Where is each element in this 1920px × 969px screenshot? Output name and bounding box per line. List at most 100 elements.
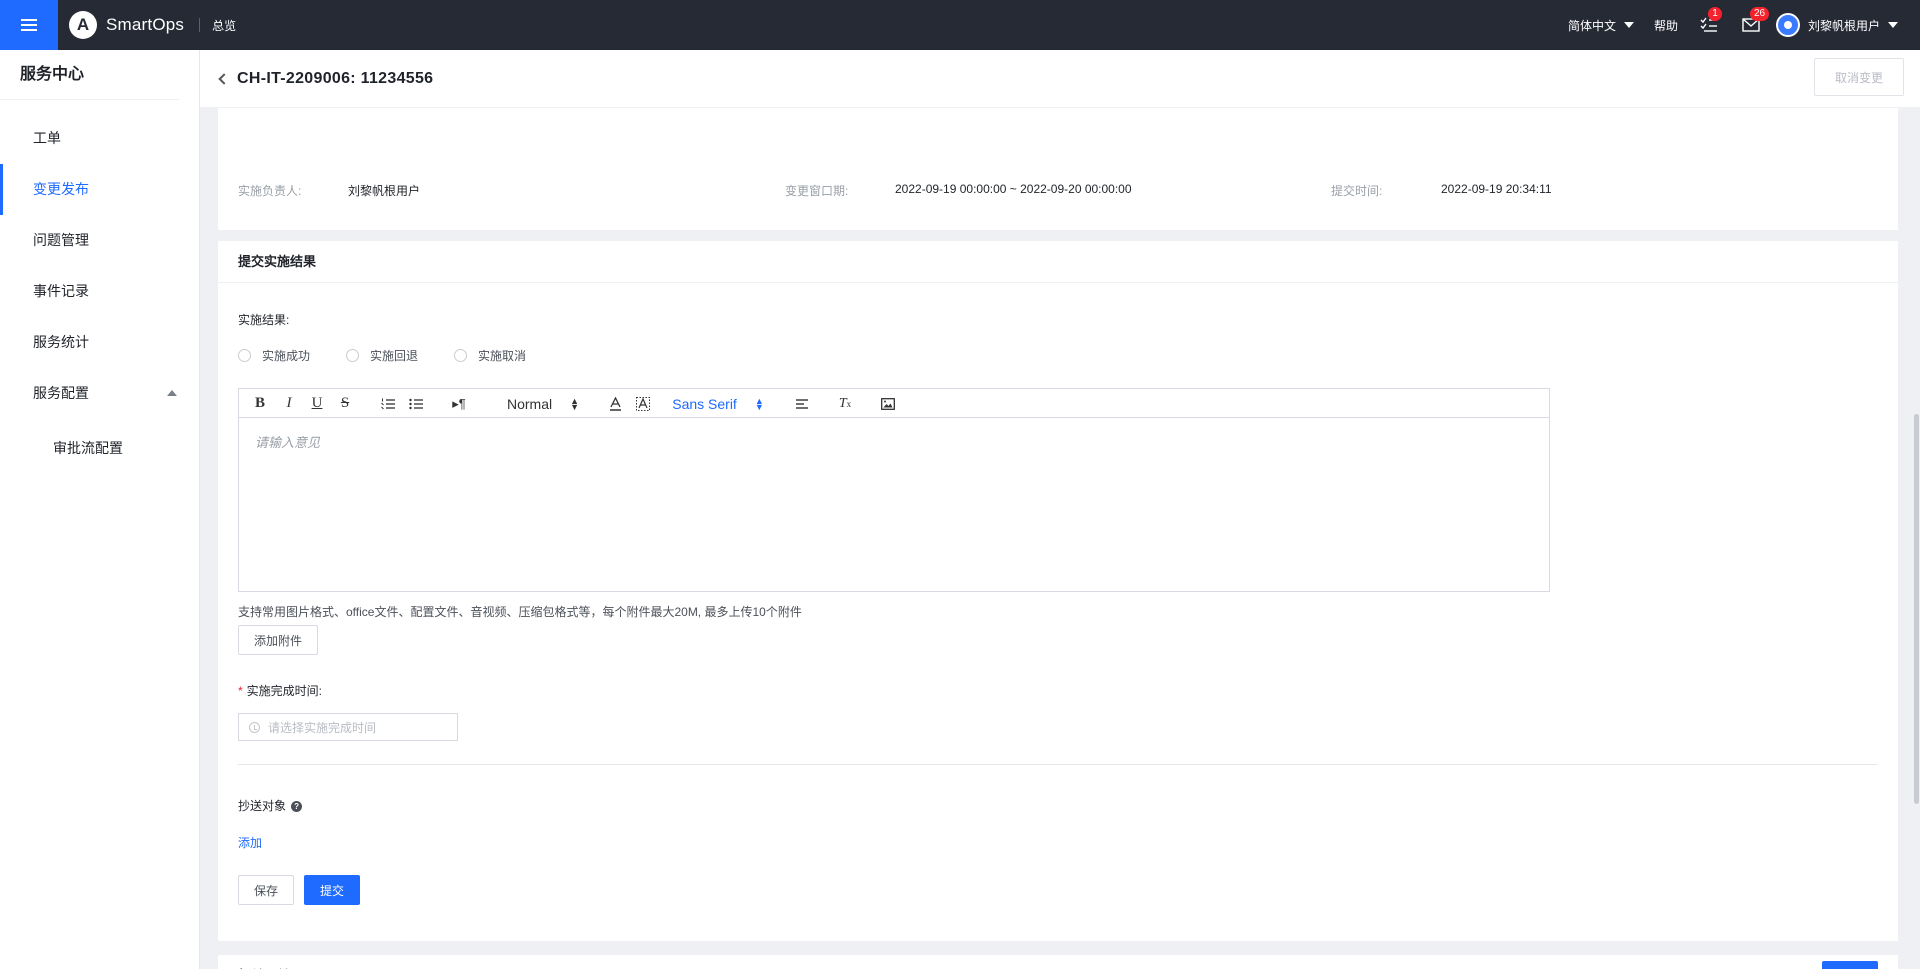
radio-success[interactable]: 实施成功: [238, 347, 310, 364]
overview-link[interactable]: 总览: [212, 17, 236, 34]
clear-format-icon[interactable]: Tx: [837, 389, 853, 418]
header-select-value: Normal: [506, 395, 553, 412]
radio-circle-icon: [454, 349, 468, 362]
mail-button[interactable]: 26: [1740, 7, 1770, 36]
submit-result-card: 提交实施结果 实施结果: 实施成功 实施回退 实施取消 B I U S ▸¶ N…: [218, 241, 1898, 941]
complete-time-label-text: 实施完成时间:: [246, 684, 323, 698]
radio-circle-icon: [346, 349, 360, 362]
caret-down-icon: [1888, 22, 1898, 28]
related-tickets-card: 相关工单 绑定: [218, 955, 1898, 969]
section-divider: [238, 764, 1878, 765]
menu-toggle-button[interactable]: [0, 0, 58, 50]
page-header: CH-IT-2209006: 11234556 取消变更: [200, 50, 1920, 108]
caret-up-icon: [167, 390, 177, 396]
text-direction-icon[interactable]: ▸¶: [450, 389, 468, 418]
sidebar-item-tickets[interactable]: 工单: [0, 113, 199, 164]
todo-count-badge: 1: [1707, 7, 1722, 21]
radio-label: 实施取消: [478, 349, 527, 363]
result-label: 实施结果:: [238, 313, 290, 327]
card-title: 提交实施结果: [218, 241, 1898, 283]
hamburger-icon: [21, 18, 37, 32]
font-color-icon[interactable]: [608, 389, 622, 418]
window-value: 2022-09-19 00:00:00 ~ 2022-09-20 00:00:0…: [895, 182, 1132, 196]
owner-value: 刘黎帆根用户: [348, 184, 421, 198]
add-cc-link[interactable]: 添加: [238, 834, 262, 851]
submit-time-field: 提交时间: 2022-09-19 20:34:11: [1331, 182, 1552, 199]
complete-time-placeholder: 请选择实施完成时间: [268, 720, 377, 735]
complete-time-label: * 实施完成时间:: [238, 682, 322, 699]
owner-label: 实施负责人:: [238, 184, 302, 198]
question-icon[interactable]: ?: [291, 801, 303, 812]
radio-cancel[interactable]: 实施取消: [454, 347, 526, 364]
align-icon[interactable]: [795, 389, 811, 418]
owner-field: 实施负责人: 刘黎帆根用户: [238, 182, 420, 199]
language-selector[interactable]: 简体中文: [1568, 17, 1634, 34]
bold-icon[interactable]: B: [253, 389, 267, 418]
sidebar-item-label: 服务配置: [33, 385, 89, 401]
username: 刘黎帆根用户: [1807, 18, 1880, 33]
radio-label: 实施成功: [262, 349, 311, 363]
background-color-icon[interactable]: [636, 389, 650, 418]
cc-label: 抄送对象?: [238, 797, 303, 814]
ordered-list-icon[interactable]: [380, 389, 396, 418]
cancel-change-button[interactable]: 取消变更: [1814, 58, 1904, 96]
sidebar: 服务中心 工单 变更发布 问题管理 事件记录 服务统计 服务配置 审批流配置: [0, 50, 200, 969]
cc-label-text: 抄送对象: [238, 799, 287, 813]
topbar-right-group: 简体中文 帮助 1 26 刘黎帆根用户: [1568, 0, 1920, 50]
back-arrow-icon[interactable]: [218, 72, 230, 85]
header-select[interactable]: Normal ▲ ▼: [497, 389, 589, 418]
main-content: CH-IT-2209006: 11234556 取消变更 实施负责人: 刘黎帆根…: [200, 50, 1920, 969]
submit-time-label: 提交时间:: [1331, 184, 1383, 198]
required-asterisk: *: [238, 684, 243, 698]
italic-icon[interactable]: I: [282, 389, 296, 418]
updown-icon: ▲ ▼: [754, 395, 764, 412]
add-attachment-button[interactable]: 添加附件: [238, 625, 318, 655]
font-family-select[interactable]: Sans Serif ▲ ▼: [667, 389, 769, 418]
radio-rollback[interactable]: 实施回退: [346, 347, 418, 364]
sidebar-subitem-approval-flow[interactable]: 审批流配置: [0, 419, 199, 477]
brand-name: SmartOps: [106, 15, 185, 34]
result-radio-group: 实施成功 实施回退 实施取消: [238, 347, 562, 364]
related-tickets-title: 相关工单: [218, 955, 1898, 969]
submit-button[interactable]: 提交: [304, 875, 360, 905]
sidebar-item-service-statistics[interactable]: 服务统计: [0, 317, 199, 368]
scrollbar-thumb[interactable]: [1914, 414, 1919, 804]
window-field: 变更窗口期: 2022-09-19 00:00:00 ~ 2022-09-20 …: [785, 182, 1132, 199]
logo-mark-icon: A: [69, 11, 97, 39]
clock-icon: [249, 721, 260, 733]
sidebar-item-event-records[interactable]: 事件记录: [0, 266, 199, 317]
mail-count-badge: 26: [1749, 7, 1770, 21]
attachment-hint: 支持常用图片格式、office文件、配置文件、音视频、压缩包格式等，每个附件最大…: [238, 605, 802, 619]
sidebar-item-problem-management[interactable]: 问题管理: [0, 215, 199, 266]
radio-circle-icon: [238, 349, 251, 362]
complete-time-picker[interactable]: 请选择实施完成时间: [238, 713, 458, 741]
avatar: [1775, 13, 1800, 37]
sidebar-item-service-config[interactable]: 服务配置: [0, 368, 199, 419]
save-button[interactable]: 保存: [238, 875, 294, 905]
editor-toolbar: B I U S ▸¶ Normal ▲ ▼ Sans Serif ▲ ▼ T x: [239, 389, 1549, 418]
editor-content-area[interactable]: 请输入意见: [239, 418, 1549, 465]
submit-time-value: 2022-09-19 20:34:11: [1441, 182, 1552, 196]
user-menu[interactable]: 刘黎帆根用户: [1775, 13, 1898, 37]
help-link[interactable]: 帮助: [1654, 17, 1678, 34]
image-icon[interactable]: [880, 389, 896, 418]
underline-icon[interactable]: U: [310, 389, 324, 418]
font-family-value: Sans Serif: [672, 395, 737, 412]
caret-down-icon: [1623, 22, 1634, 28]
window-label: 变更窗口期:: [785, 184, 849, 198]
change-info-card: 实施负责人: 刘黎帆根用户 变更窗口期: 2022-09-19 00:00:00…: [218, 108, 1898, 230]
brand-logo[interactable]: A SmartOps: [69, 11, 184, 39]
strike-icon[interactable]: S: [338, 389, 352, 418]
radio-label: 实施回退: [370, 349, 419, 363]
page-scrollbar[interactable]: [1913, 50, 1920, 969]
sidebar-item-change-release[interactable]: 变更发布: [0, 164, 199, 215]
page-title: CH-IT-2209006: 11234556: [237, 69, 434, 87]
bind-button[interactable]: 绑定: [1822, 961, 1878, 969]
sidebar-title: 服务中心: [0, 50, 179, 100]
language-label: 简体中文: [1567, 18, 1616, 33]
bullet-list-icon[interactable]: [408, 389, 424, 418]
topbar-divider: [199, 18, 201, 32]
rich-text-editor: B I U S ▸¶ Normal ▲ ▼ Sans Serif ▲ ▼ T x…: [238, 388, 1550, 592]
updown-icon: ▲ ▼: [570, 395, 580, 412]
todo-button[interactable]: 1: [1698, 7, 1722, 36]
